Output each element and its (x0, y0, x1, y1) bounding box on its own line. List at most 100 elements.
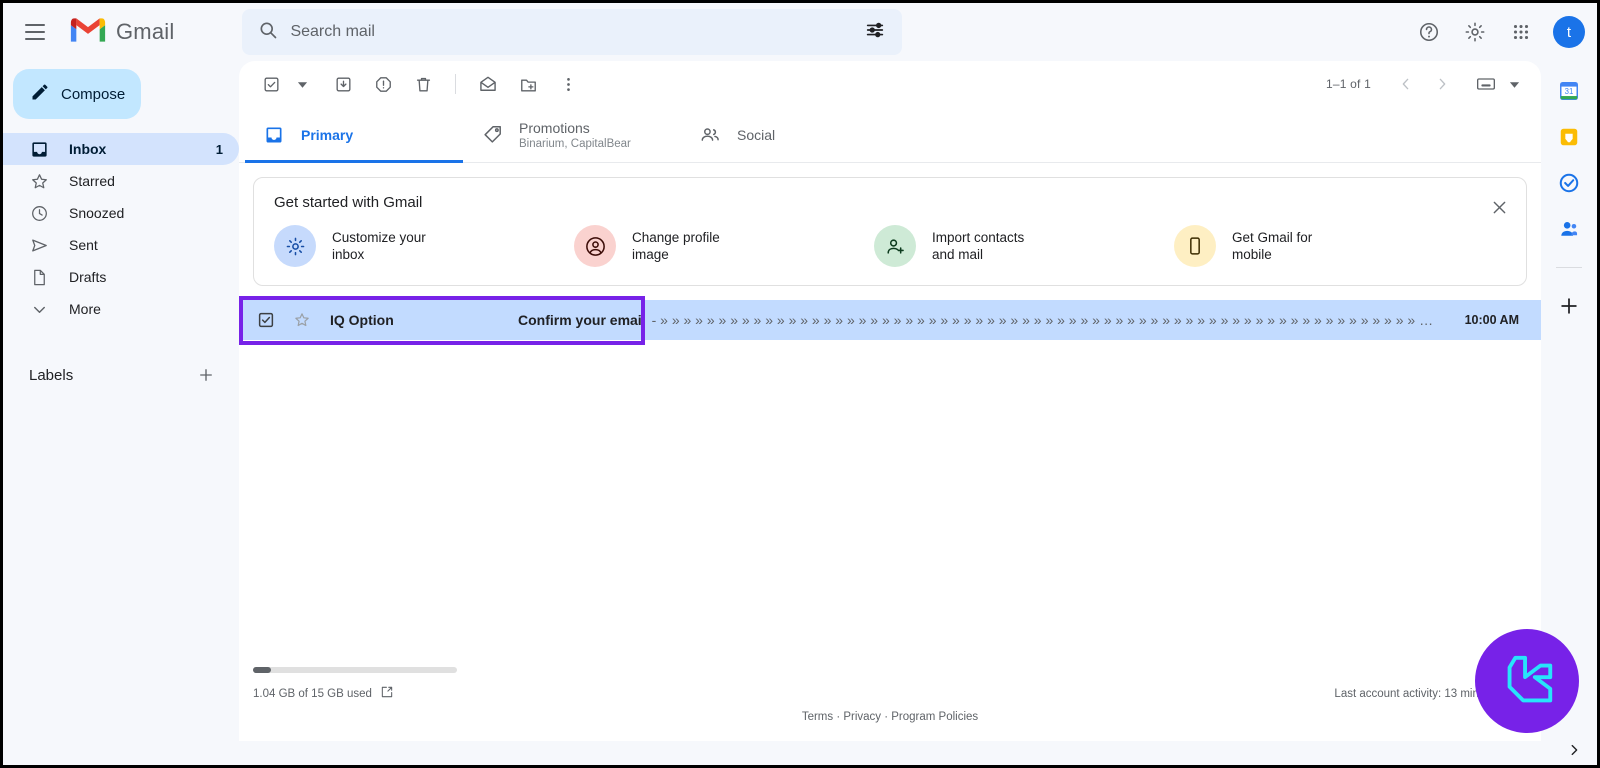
hamburger-menu-icon[interactable] (13, 10, 57, 54)
people-icon (699, 124, 721, 146)
sidebar-item-more[interactable]: More (3, 293, 239, 325)
chevron-right-icon[interactable] (1425, 67, 1459, 101)
checkbox-icon[interactable] (253, 66, 289, 102)
get-started-title: Get started with Gmail (274, 194, 423, 211)
help-circle-icon[interactable] (1409, 12, 1449, 52)
sidebar-nav: Inbox 1 Starred Snoozed Sent Drafts More (3, 133, 239, 325)
chevron-down-icon[interactable] (293, 66, 311, 102)
more-vertical-icon[interactable] (550, 66, 586, 102)
app-header: Gmail Search mail t (3, 3, 1597, 61)
sidebar-item-label: Sent (69, 237, 98, 253)
open-in-new-icon[interactable] (380, 685, 394, 702)
label-line2: image (632, 247, 669, 262)
get-started-item-change-profile-image[interactable]: Change profile image (574, 225, 874, 267)
brand: Gmail (69, 16, 174, 49)
mail-list-panel: 1–1 of 1 Primary Promotions Binarium, Ca… (239, 61, 1541, 741)
account-circle-icon (574, 225, 616, 267)
mark-as-read-icon[interactable] (470, 66, 506, 102)
sidebar-item-starred[interactable]: Starred (3, 165, 239, 197)
label-line1: Import contacts (932, 230, 1025, 245)
move-to-folder-icon[interactable] (510, 66, 546, 102)
brand-label: Gmail (116, 19, 175, 44)
get-started-item-import-contacts[interactable]: Import contacts and mail (874, 225, 1174, 267)
tab-sublabel: Binarium, CapitalBear (519, 137, 631, 150)
tab-promotions[interactable]: Promotions Binarium, CapitalBear (463, 107, 681, 162)
report-spam-icon[interactable] (365, 66, 401, 102)
header-actions: t (1409, 3, 1585, 61)
gear-icon[interactable] (1455, 12, 1495, 52)
toolbar-divider (455, 74, 456, 94)
star-outline-icon[interactable] (292, 310, 312, 330)
label-line1: Change profile (632, 230, 720, 245)
sidebar-item-sent[interactable]: Sent (3, 229, 239, 261)
get-started-item-label: Get Gmail for mobile (1232, 229, 1312, 263)
storage-status: 1.04 GB of 15 GB used (253, 685, 394, 702)
star-icon (29, 171, 49, 191)
draft-icon (29, 267, 49, 287)
sidebar-item-label: Snoozed (69, 205, 125, 221)
storage-text: 1.04 GB of 15 GB used (253, 687, 372, 700)
storage-bar-fill (253, 667, 271, 673)
mail-subject-area: Confirm your email - » » » » » » » » » »… (518, 312, 1455, 328)
plus-icon[interactable] (195, 364, 217, 386)
tab-primary[interactable]: Primary (245, 107, 463, 163)
chevron-left-icon[interactable] (1389, 67, 1423, 101)
pencil-icon (30, 82, 50, 107)
google-contacts-icon[interactable] (1557, 217, 1581, 241)
search-options-icon[interactable] (864, 19, 886, 46)
mail-sender: IQ Option (330, 312, 394, 328)
google-keep-icon[interactable] (1557, 125, 1581, 149)
brand-logo-icon[interactable] (1475, 629, 1579, 733)
clock-icon (29, 203, 49, 223)
table-row[interactable]: IQ Option Confirm your email - » » » » »… (239, 300, 1541, 340)
sidebar-item-label: Inbox (69, 141, 107, 157)
mail-subject: Confirm your email (518, 312, 646, 328)
footer-links[interactable]: Terms · Privacy · Program Policies (802, 711, 978, 723)
sidebar-item-inbox[interactable]: Inbox 1 (3, 133, 239, 165)
search-icon (258, 20, 278, 45)
mail-snippet: - » » » » » » » » » » » » » » » » » » » … (651, 312, 1437, 328)
mail-footer: 1.04 GB of 15 GB used Last account activ… (239, 667, 1541, 741)
inbox-unread-count: 1 (215, 141, 223, 157)
gmail-logo-icon (69, 16, 107, 49)
sidebar-item-label: More (69, 301, 101, 317)
mail-list: IQ Option Confirm your email - » » » » »… (239, 296, 1541, 345)
keyboard-icon[interactable] (1469, 67, 1503, 101)
google-tasks-icon[interactable] (1557, 171, 1581, 195)
sidebar-item-drafts[interactable]: Drafts (3, 261, 239, 293)
archive-icon[interactable] (325, 66, 361, 102)
chevron-down-icon[interactable] (1505, 66, 1523, 102)
search-bar[interactable] (242, 9, 903, 55)
rail-divider (1556, 267, 1582, 268)
apps-grid-icon[interactable] (1501, 12, 1541, 52)
plus-icon[interactable] (1557, 294, 1581, 318)
tab-label: Promotions (519, 119, 590, 136)
tag-icon (481, 124, 503, 146)
search-input[interactable] (290, 23, 865, 41)
close-icon[interactable] (1484, 192, 1514, 222)
avatar[interactable]: t (1553, 16, 1585, 48)
inbox-icon (29, 139, 49, 159)
get-started-item-get-gmail-mobile[interactable]: Get Gmail for mobile (1174, 225, 1474, 267)
get-started-item-customize-inbox[interactable]: Customize your inbox (274, 225, 574, 267)
label-line1: Get Gmail for (1232, 230, 1313, 245)
google-calendar-icon[interactable]: 31 (1557, 79, 1581, 103)
pagination-controls: 1–1 of 1 (1326, 66, 1541, 102)
get-started-card: Get started with Gmail Customize your in… (253, 177, 1527, 286)
checkbox-checked-icon[interactable] (256, 310, 276, 330)
storage-bar (253, 667, 457, 673)
chevron-down-icon (29, 299, 49, 319)
sidebar-item-snoozed[interactable]: Snoozed (3, 197, 239, 229)
trash-icon[interactable] (405, 66, 441, 102)
label-line2: and mail (932, 247, 984, 262)
mail-time: 10:00 AM (1464, 313, 1519, 327)
mobile-phone-icon (1174, 225, 1216, 267)
left-sidebar: Compose Inbox 1 Starred Snoozed Sent Dra… (3, 61, 239, 765)
svg-text:31: 31 (1565, 87, 1574, 96)
chevron-right-icon[interactable] (1565, 741, 1583, 759)
tab-label: Social (737, 126, 776, 143)
sidebar-item-label: Starred (69, 173, 115, 189)
inbox-tab-icon (263, 124, 285, 146)
compose-button[interactable]: Compose (13, 69, 141, 119)
tab-social[interactable]: Social (681, 107, 899, 162)
